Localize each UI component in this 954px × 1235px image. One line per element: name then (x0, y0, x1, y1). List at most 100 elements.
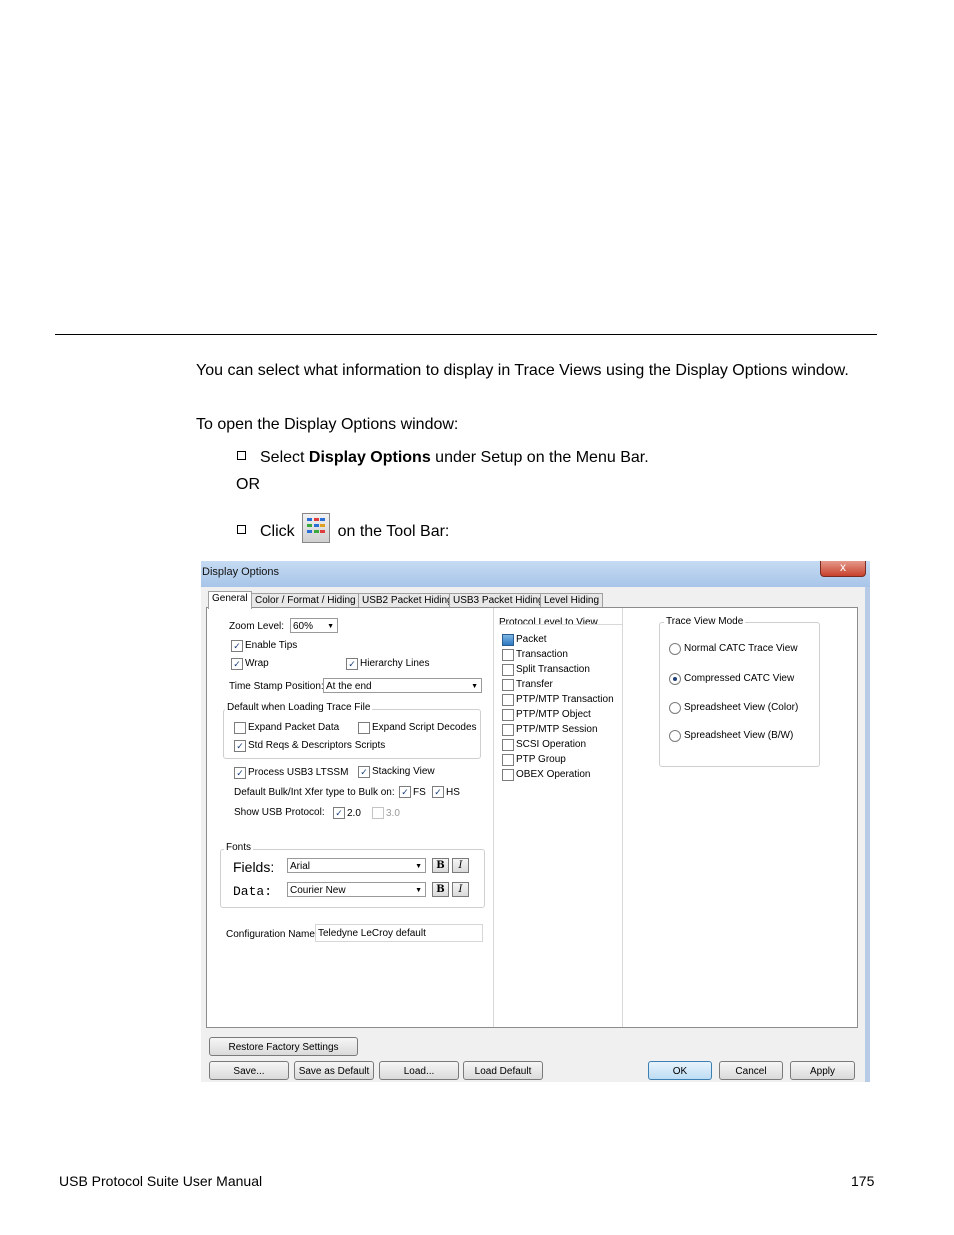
std-reqs-checkbox[interactable]: ✓ (234, 740, 246, 752)
section-divider (55, 334, 877, 335)
std-reqs-label: Std Reqs & Descriptors Scripts (248, 740, 386, 751)
timestamp-position-label: Time Stamp Position: (229, 681, 324, 692)
chevron-down-icon: ▼ (327, 623, 334, 630)
expand-script-label: Expand Script Decodes (372, 722, 477, 733)
display-options-toolbar-icon (302, 513, 331, 543)
step-click-toolbar: Click on the Tool Bar: (237, 513, 449, 543)
protocol-level-transaction: Transaction (516, 649, 568, 660)
hierarchy-lines-checkbox[interactable]: ✓ (346, 658, 358, 670)
step-select-menu: Select Display Options under Setup on th… (237, 447, 649, 469)
hierarchy-lines-label: Hierarchy Lines (360, 658, 430, 669)
fonts-group-label: Fonts (224, 842, 254, 853)
zoom-level-select[interactable]: 60% ▼ (290, 618, 338, 633)
show-usb-protocol-label: Show USB Protocol: (234, 807, 325, 818)
spreadsheet-color-radio[interactable] (669, 702, 681, 714)
tab-usb2-packet-hiding[interactable]: USB2 Packet Hiding (358, 593, 457, 608)
transaction-checkbox[interactable] (502, 649, 514, 661)
fields-italic-button[interactable]: I (452, 858, 469, 873)
packet-checkbox[interactable] (502, 634, 514, 646)
expand-packet-checkbox[interactable] (234, 722, 246, 734)
protocol-level-ptp-group: PTP Group (516, 754, 566, 765)
apply-button[interactable]: Apply (790, 1061, 855, 1080)
cancel-button[interactable]: Cancel (719, 1061, 783, 1080)
bulk-fs-label: FS (413, 787, 426, 798)
usb30-label: 3.0 (386, 808, 400, 819)
transfer-checkbox[interactable] (502, 679, 514, 691)
usb30-checkbox[interactable] (372, 807, 384, 819)
bulk-default-label: Default Bulk/Int Xfer type to Bulk on: (234, 787, 395, 798)
configuration-name-input[interactable]: Teledyne LeCroy default (315, 924, 483, 942)
process-usb3-label: Process USB3 LTSSM (248, 767, 349, 778)
normal-catc-radio[interactable] (669, 643, 681, 655)
load-button[interactable]: Load... (379, 1061, 459, 1080)
chevron-down-icon: ▼ (415, 887, 422, 894)
scsi-operation-checkbox[interactable] (502, 739, 514, 751)
bullet-box-icon (237, 451, 246, 460)
expand-script-checkbox[interactable] (358, 722, 370, 734)
close-icon[interactable]: x (820, 561, 866, 577)
dialog-title: Display Options (202, 566, 280, 578)
save-as-default-button[interactable]: Save as Default (294, 1061, 374, 1080)
ptp-mtp-object-checkbox[interactable] (502, 709, 514, 721)
protocol-level-obex-operation: OBEX Operation (516, 769, 591, 780)
general-tab-panel: Zoom Level: 60% ▼ ✓ Enable Tips ✓ Wrap ✓ … (206, 607, 858, 1028)
window-border (865, 587, 870, 1082)
group-border (500, 624, 622, 625)
protocol-level-transfer: Transfer (516, 679, 553, 690)
compressed-catc-radio[interactable] (669, 673, 681, 685)
ptp-group-checkbox[interactable] (502, 754, 514, 766)
dialog-titlebar: Display Options x (201, 561, 870, 587)
display-options-dialog: Display Options x General Color / Format… (201, 561, 870, 1082)
display-options-term: Display Options (308, 449, 431, 466)
tab-usb3-packet-hiding[interactable]: USB3 Packet Hiding (449, 593, 548, 608)
data-font-select[interactable]: Courier New ▼ (287, 882, 426, 897)
protocol-level-split-transaction: Split Transaction (516, 664, 590, 675)
bulk-fs-checkbox[interactable]: ✓ (399, 786, 411, 798)
ok-button[interactable]: OK (648, 1061, 712, 1080)
chevron-down-icon: ▼ (471, 683, 478, 690)
ptp-mtp-session-checkbox[interactable] (502, 724, 514, 736)
protocol-level-ptp-mtp-transaction: PTP/MTP Transaction (516, 694, 614, 705)
open-intro-paragraph: To open the Display Options window: (196, 416, 459, 433)
fields-bold-button[interactable]: B (432, 858, 449, 873)
data-italic-button[interactable]: I (452, 882, 469, 897)
bulk-hs-checkbox[interactable]: ✓ (432, 786, 444, 798)
column-divider (622, 608, 623, 1027)
protocol-level-scsi-operation: SCSI Operation (516, 739, 587, 750)
intro-paragraph: You can select what information to displ… (196, 362, 849, 379)
timestamp-position-select[interactable]: At the end ▼ (323, 678, 482, 693)
spreadsheet-bw-radio[interactable] (669, 730, 681, 742)
wrap-checkbox[interactable]: ✓ (231, 658, 243, 670)
stacking-view-label: Stacking View (372, 766, 435, 777)
trace-mode-compressed: Compressed CATC View (684, 673, 795, 684)
protocol-level-ptp-mtp-object: PTP/MTP Object (516, 709, 591, 720)
save-button[interactable]: Save... (209, 1061, 289, 1080)
split-transaction-checkbox[interactable] (502, 664, 514, 676)
fields-font-select[interactable]: Arial ▼ (287, 858, 426, 873)
tab-color-format-hiding[interactable]: Color / Format / Hiding (251, 593, 360, 608)
enable-tips-checkbox[interactable]: ✓ (231, 640, 243, 652)
stacking-view-checkbox[interactable]: ✓ (358, 766, 370, 778)
trace-mode-spreadsheet-color: Spreadsheet View (Color) (684, 702, 799, 713)
trace-mode-normal: Normal CATC Trace View (684, 643, 798, 654)
tab-level-hiding[interactable]: Level Hiding (540, 593, 604, 608)
configuration-name-label: Configuration Name: (226, 929, 318, 940)
usb20-label: 2.0 (347, 808, 361, 819)
restore-factory-settings-button[interactable]: Restore Factory Settings (209, 1037, 358, 1056)
process-usb3-checkbox[interactable]: ✓ (234, 767, 246, 779)
data-bold-button[interactable]: B (432, 882, 449, 897)
ptp-mtp-transaction-checkbox[interactable] (502, 694, 514, 706)
load-default-button[interactable]: Load Default (463, 1061, 543, 1080)
zoom-level-label: Zoom Level: (229, 621, 285, 632)
wrap-label: Wrap (245, 658, 269, 669)
protocol-level-group-label: Protocol Level to View (499, 617, 598, 628)
trace-mode-spreadsheet-bw: Spreadsheet View (B/W) (684, 730, 794, 741)
expand-packet-label: Expand Packet Data (248, 722, 340, 733)
obex-operation-checkbox[interactable] (502, 769, 514, 781)
column-divider (493, 608, 494, 1027)
tab-general[interactable]: General (208, 591, 252, 609)
trace-view-mode-group-label: Trace View Mode (664, 616, 746, 627)
protocol-level-ptp-mtp-session: PTP/MTP Session (516, 724, 598, 735)
usb20-checkbox[interactable]: ✓ (333, 807, 345, 819)
footer-manual-title: USB Protocol Suite User Manual (59, 1173, 263, 1189)
